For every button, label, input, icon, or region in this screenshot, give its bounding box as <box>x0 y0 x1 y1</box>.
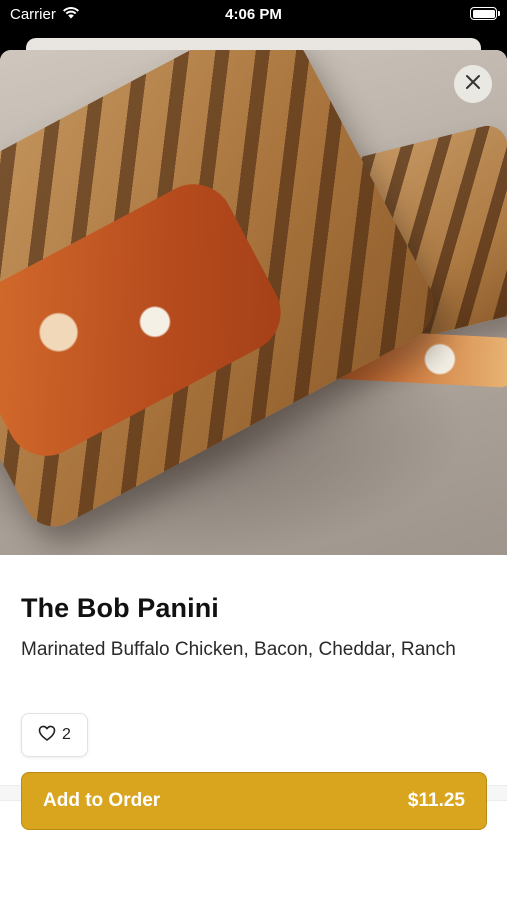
close-button[interactable] <box>454 65 492 103</box>
item-photo <box>0 50 507 555</box>
close-icon <box>465 74 481 95</box>
screen: Carrier 4:06 PM The Bob Panini Marinated… <box>0 0 507 900</box>
add-to-order-button[interactable]: Add to Order $11.25 <box>21 772 487 830</box>
status-bar: Carrier 4:06 PM <box>0 0 507 30</box>
like-count: 2 <box>62 726 71 743</box>
like-button[interactable]: 2 <box>21 713 88 757</box>
item-description: Marinated Buffalo Chicken, Bacon, Chedda… <box>21 639 456 660</box>
item-title: The Bob Panini <box>21 593 219 623</box>
price-label: $11.25 <box>407 790 465 811</box>
status-right <box>470 7 500 20</box>
status-time: 4:06 PM <box>225 6 282 23</box>
add-to-order-label: Add to Order <box>43 790 161 811</box>
battery-icon <box>470 7 500 20</box>
heart-icon <box>38 725 56 746</box>
